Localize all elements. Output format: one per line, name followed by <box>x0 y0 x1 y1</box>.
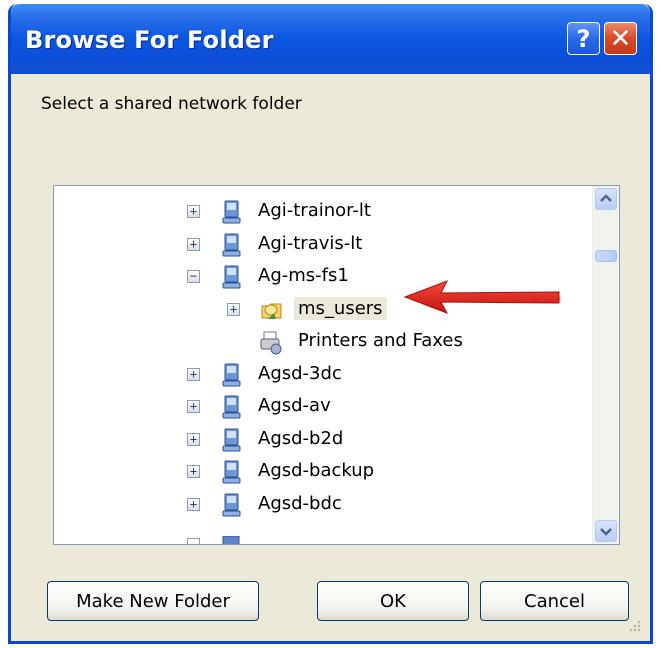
window-title: Browse For Folder <box>25 26 274 54</box>
partial-tree-row <box>187 538 200 544</box>
expand-icon[interactable]: + <box>187 205 200 218</box>
expand-icon[interactable]: + <box>187 497 200 511</box>
red-arrow-annotation <box>403 280 561 314</box>
collapse-icon[interactable]: − <box>187 270 200 283</box>
expand-icon[interactable]: + <box>187 400 200 413</box>
computer-icon <box>222 493 241 516</box>
tree-item-label[interactable]: Agsd-av <box>254 394 335 417</box>
ok-button[interactable]: OK <box>317 581 469 621</box>
folder-tree[interactable]: + Agi-trainor-lt + Agi-travis-lt − Ag-ms-fs1 +… <box>53 185 620 545</box>
help-button[interactable]: ? <box>567 22 600 55</box>
expand-icon[interactable]: + <box>187 367 200 381</box>
expand-icon[interactable]: + <box>227 302 240 316</box>
expand-icon[interactable]: + <box>187 432 200 446</box>
tree-item-label[interactable]: Agsd-b2d <box>254 427 347 450</box>
computer-icon <box>222 363 241 386</box>
partial-computer-icon <box>222 536 240 544</box>
computer-icon <box>222 233 241 256</box>
chevron-down-icon <box>600 528 612 536</box>
resize-grip-icon[interactable] <box>626 619 642 635</box>
computer-icon <box>222 200 241 224</box>
computer-icon <box>222 395 241 419</box>
dialog-prompt: Select a shared network folder <box>41 94 302 114</box>
close-button[interactable]: ✕ <box>604 22 637 55</box>
tree-item-label[interactable]: Agi-trainor-lt <box>254 199 375 222</box>
vertical-scrollbar[interactable] <box>592 186 619 544</box>
computer-icon <box>222 428 241 451</box>
scroll-up-button[interactable] <box>595 188 617 210</box>
expand-icon[interactable]: + <box>187 237 200 251</box>
printer-icon <box>260 331 282 355</box>
tree-item-label[interactable]: Printers and Faxes <box>294 329 467 352</box>
tree-item-label[interactable]: Agsd-backup <box>254 459 378 482</box>
scroll-thumb[interactable] <box>595 250 617 262</box>
shared-folder-icon <box>261 303 282 319</box>
cancel-button[interactable]: Cancel <box>480 581 629 621</box>
tree-item-label[interactable]: ms_users <box>294 296 387 320</box>
tree-item-label[interactable]: Agsd-3dc <box>254 362 346 385</box>
browse-for-folder-dialog: Browse For Folder ? ✕ Select a shared ne… <box>8 4 653 644</box>
make-new-folder-button[interactable]: Make New Folder <box>47 581 259 621</box>
tree-item-label[interactable]: Agsd-bdc <box>254 492 346 515</box>
expand-icon[interactable]: + <box>187 465 200 478</box>
tree-item-label[interactable]: Agi-travis-lt <box>254 232 366 255</box>
title-bar[interactable]: Browse For Folder ? ✕ <box>11 4 650 74</box>
chevron-up-icon <box>600 194 612 202</box>
tree-item-label[interactable]: Ag-ms-fs1 <box>254 264 353 287</box>
computer-icon <box>222 265 241 289</box>
scroll-down-button[interactable] <box>595 520 617 542</box>
computer-icon <box>222 460 241 484</box>
